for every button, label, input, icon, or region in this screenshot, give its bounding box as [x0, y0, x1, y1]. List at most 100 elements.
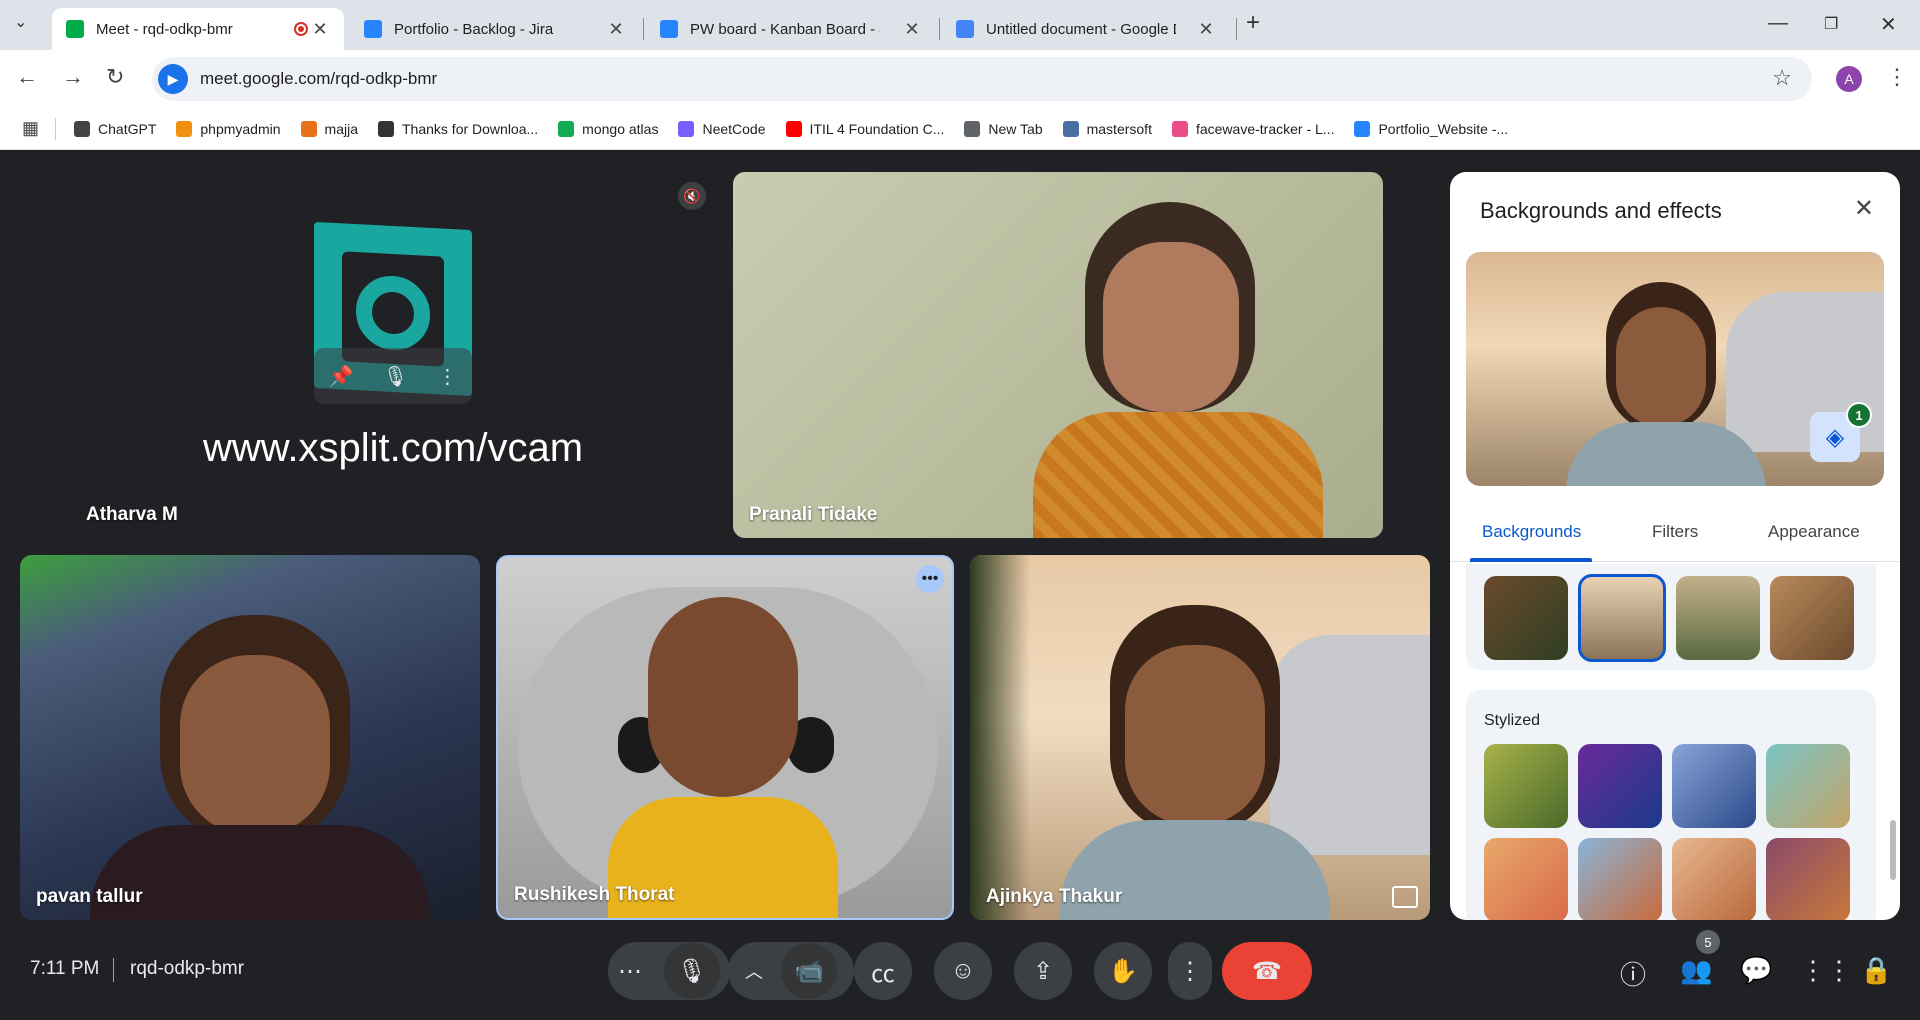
audio-options-icon[interactable]: ⋯ — [618, 957, 642, 986]
bookmark-item[interactable]: majja — [300, 120, 358, 137]
panel-scrollbar[interactable] — [1890, 820, 1896, 880]
recording-icon — [294, 22, 308, 36]
tab-meet[interactable]: Meet - rqd-odkp-bmr ✕ — [52, 8, 344, 50]
people-icon[interactable]: 👥 — [1680, 955, 1712, 986]
participant-tile-ajinkya[interactable]: Ajinkya Thakur — [970, 555, 1430, 920]
more-options-button[interactable]: ⋮ — [1168, 942, 1212, 1000]
stylized-thumb-town[interactable] — [1578, 838, 1662, 920]
participant-tile-pranali[interactable]: Pranali Tidake — [733, 172, 1383, 538]
more-options-icon[interactable]: ⋮ — [437, 364, 457, 389]
address-bar-row: ← → ↻ ▶ meet.google.com/rqd-odkp-bmr ☆ A… — [0, 50, 1920, 108]
tab-filters[interactable]: Filters — [1652, 522, 1698, 542]
bookmark-item[interactable]: New Tab — [964, 120, 1043, 137]
jira-icon — [364, 20, 382, 38]
microphone-icon[interactable]: 🎙 — [664, 943, 720, 999]
backgrounds-grid-top — [1466, 564, 1876, 670]
tab-separator — [643, 18, 644, 40]
camera-control-group: ︿ 📹 — [728, 942, 854, 1000]
chrome-menu-icon[interactable]: ⋮ — [1886, 64, 1908, 90]
bookmark-item[interactable]: mastersoft — [1062, 120, 1152, 137]
clock-time: 7:11 PM — [30, 958, 100, 979]
new-tab-button[interactable]: + — [1246, 9, 1260, 37]
leave-call-button[interactable]: ☎ — [1222, 942, 1312, 1000]
background-thumb-room[interactable] — [1770, 576, 1854, 660]
browser-tab-strip: ⌄ Meet - rqd-odkp-bmr ✕ Portfolio - Back… — [0, 0, 1920, 50]
raise-hand-button[interactable]: ✋ — [1094, 942, 1152, 1000]
participant-tile-pavan[interactable]: pavan tallur — [20, 555, 480, 920]
background-thumb-cafe[interactable] — [1484, 576, 1568, 660]
tab-backgrounds[interactable]: Backgrounds — [1482, 522, 1581, 542]
bookmark-item[interactable]: Thanks for Downloa... — [378, 120, 538, 137]
bookmark-favicon-icon — [785, 120, 802, 137]
camera-icon[interactable]: 📹 — [781, 943, 837, 999]
stylized-thumb-spaceship[interactable] — [1672, 744, 1756, 828]
bookmark-item[interactable]: ChatGPT — [74, 120, 156, 137]
stylized-thumb-neon[interactable] — [1578, 744, 1662, 828]
tab-search-icon[interactable]: ⌄ — [14, 12, 27, 32]
more-options-icon[interactable]: ••• — [916, 565, 944, 593]
close-tab-icon[interactable]: ✕ — [310, 19, 330, 40]
present-button[interactable]: ⇪ — [1014, 942, 1072, 1000]
meeting-code: rqd-odkp-bmr — [130, 958, 245, 979]
tab-appearance[interactable]: Appearance — [1768, 522, 1860, 542]
bookmark-item[interactable]: mongo atlas — [558, 120, 658, 137]
meet-site-icon[interactable]: ▶ — [158, 64, 188, 94]
bookmark-favicon-icon — [74, 120, 91, 137]
stylized-thumb-forest[interactable] — [1484, 744, 1568, 828]
close-panel-icon[interactable]: ✕ — [1854, 194, 1874, 223]
bookmark-favicon-icon — [378, 120, 394, 137]
reactions-button[interactable]: ☺ — [934, 942, 992, 1000]
bookmark-label: phpmyadmin — [200, 120, 281, 137]
self-preview: ◈ 1 — [1466, 252, 1884, 486]
background-thumb-beach-selected[interactable] — [1578, 574, 1666, 662]
bookmark-item[interactable]: facewave-tracker - L... — [1171, 120, 1334, 137]
video-options-icon[interactable]: ︿ — [745, 958, 763, 984]
bookmark-favicon-icon — [1062, 120, 1079, 137]
tab-portfolio-backlog[interactable]: Portfolio - Backlog - Jira ✕ — [350, 8, 640, 50]
bookmark-item[interactable]: NeetCode — [678, 120, 766, 137]
chat-icon[interactable]: 💬 — [1740, 955, 1772, 986]
mute-participant-icon[interactable]: 🎙 — [383, 364, 408, 389]
minimize-icon[interactable]: — — [1768, 12, 1788, 35]
window-close-icon[interactable]: ✕ — [1880, 12, 1897, 37]
profile-avatar[interactable]: A — [1836, 66, 1862, 92]
url-text[interactable]: meet.google.com/rqd-odkp-bmr — [200, 69, 437, 89]
pin-icon[interactable]: 📌 — [329, 364, 354, 389]
bookmark-favicon-icon — [300, 120, 317, 137]
stylized-thumb-kitchen[interactable] — [1672, 838, 1756, 920]
bookmark-item[interactable]: ITIL 4 Foundation C... — [785, 120, 944, 137]
stylized-thumb-underwater[interactable] — [1766, 744, 1850, 828]
end-call-icon: ☎ — [1252, 957, 1282, 985]
background-thumb-lake[interactable] — [1676, 576, 1760, 660]
reload-icon[interactable]: ↻ — [106, 64, 124, 90]
close-tab-icon[interactable]: ✕ — [1196, 19, 1216, 40]
restore-icon[interactable]: ❐ — [1824, 14, 1838, 34]
meeting-info-icon[interactable]: ⓘ — [1620, 955, 1646, 992]
participant-name: pavan tallur — [36, 886, 143, 907]
bookmark-favicon-icon — [1354, 120, 1371, 137]
participant-tile-rushikesh[interactable]: ••• Rushikesh Thorat — [496, 555, 954, 920]
emoji-icon: ☺ — [950, 957, 976, 984]
omnibox[interactable]: ▶ meet.google.com/rqd-odkp-bmr ☆ — [152, 57, 1812, 101]
tab-pw-board[interactable]: PW board - Kanban Board - Jira ✕ — [646, 8, 936, 50]
stylized-thumb-street[interactable] — [1484, 838, 1568, 920]
close-tab-icon[interactable]: ✕ — [902, 19, 922, 40]
close-tab-icon[interactable]: ✕ — [606, 19, 626, 40]
bookmark-star-icon[interactable]: ☆ — [1772, 65, 1792, 91]
host-controls-icon[interactable]: 🔒 — [1860, 955, 1892, 986]
xsplit-watermark-text: www.xsplit.com/vcam — [202, 426, 584, 470]
apps-grid-icon[interactable]: ▦ — [22, 118, 39, 139]
tab-title: Meet - rqd-odkp-bmr — [96, 20, 233, 38]
bookmark-item[interactable]: phpmyadmin — [176, 120, 281, 137]
bookmark-item[interactable]: Portfolio_Website -... — [1354, 120, 1508, 137]
present-screen-icon: ⇪ — [1032, 957, 1054, 985]
tab-google-doc[interactable]: Untitled document - Google Do ✕ — [942, 8, 1230, 50]
back-icon[interactable]: ← — [16, 64, 38, 90]
stylized-thumb-lounge[interactable] — [1766, 838, 1850, 920]
forward-icon[interactable]: → — [62, 64, 84, 90]
picture-in-picture-icon[interactable] — [1392, 886, 1418, 908]
captions-button[interactable]: ㏄ — [854, 942, 912, 1000]
participant-video — [648, 597, 798, 797]
participant-tile-atharva[interactable]: 📌 🎙 ⋮ www.xsplit.com/vcam 🔇 Atharva M — [70, 172, 716, 538]
activities-icon[interactable]: ⋮⋮ — [1800, 955, 1852, 986]
